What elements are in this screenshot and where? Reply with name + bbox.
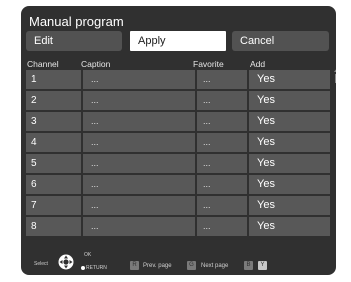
favorite-cell[interactable]: ...	[197, 133, 247, 152]
caption-cell[interactable]: ...	[83, 133, 195, 152]
channel-cell: 7	[26, 196, 81, 215]
table-header: Channel Caption Favorite Add	[21, 57, 336, 71]
favorite-cell[interactable]: ...	[197, 112, 247, 131]
edit-button[interactable]: Edit	[26, 31, 122, 51]
column-header-add: Add	[250, 59, 266, 69]
prev-page-label: Prev. page	[143, 263, 172, 269]
scrollbar-thumb[interactable]	[335, 74, 336, 83]
table-row[interactable]: 8 ... ... Yes	[26, 217, 330, 236]
favorite-cell[interactable]: ...	[197, 91, 247, 110]
caption-cell[interactable]: ...	[83, 196, 195, 215]
table-row[interactable]: 2 ... ... Yes	[26, 91, 330, 110]
scroll-up-arrow-icon[interactable]	[334, 68, 336, 72]
favorite-cell[interactable]: ...	[197, 217, 247, 236]
remote-key-guide: Select OK RETURN R Prev. page G Next pag…	[21, 247, 336, 275]
scrollbar[interactable]	[334, 68, 336, 85]
table-row[interactable]: 5 ... ... Yes	[26, 154, 330, 173]
table-row[interactable]: 6 ... ... Yes	[26, 175, 330, 194]
channel-cell: 1	[26, 70, 81, 89]
table-row[interactable]: 3 ... ... Yes	[26, 112, 330, 131]
favorite-cell[interactable]: ...	[197, 70, 247, 89]
favorite-cell[interactable]: ...	[197, 154, 247, 173]
column-header-channel: Channel	[27, 59, 59, 69]
channel-cell: 6	[26, 175, 81, 194]
select-hint-label: Select	[34, 261, 48, 267]
add-cell[interactable]: Yes	[249, 70, 330, 89]
channel-cell: 2	[26, 91, 81, 110]
caption-cell[interactable]: ...	[83, 175, 195, 194]
table-row[interactable]: 7 ... ... Yes	[26, 196, 330, 215]
channel-cell: 4	[26, 133, 81, 152]
favorite-cell[interactable]: ...	[197, 175, 247, 194]
green-key-icon: G	[187, 261, 196, 270]
table-row[interactable]: 1 ... ... Yes	[26, 70, 330, 89]
caption-cell[interactable]: ...	[83, 217, 195, 236]
next-page-label: Next page	[201, 263, 229, 269]
column-header-caption: Caption	[81, 59, 111, 69]
ok-hint-label: OK	[84, 252, 92, 258]
return-hint-label: RETURN	[86, 265, 107, 271]
red-key-icon: R	[130, 261, 139, 270]
blue-key-icon: B	[244, 261, 253, 270]
manual-program-dialog: Manual program Edit Apply Cancel Channel…	[21, 6, 336, 275]
dpad-icon	[58, 254, 74, 270]
return-dot-icon	[81, 265, 85, 270]
add-cell[interactable]: Yes	[249, 175, 330, 194]
add-cell[interactable]: Yes	[249, 91, 330, 110]
add-cell[interactable]: Yes	[249, 196, 330, 215]
add-cell[interactable]: Yes	[249, 217, 330, 236]
add-cell[interactable]: Yes	[249, 112, 330, 131]
caption-cell[interactable]: ...	[83, 154, 195, 173]
add-cell[interactable]: Yes	[249, 133, 330, 152]
yellow-key-icon: Y	[258, 261, 267, 270]
favorite-cell[interactable]: ...	[197, 196, 247, 215]
caption-cell[interactable]: ...	[83, 91, 195, 110]
apply-button[interactable]: Apply	[130, 31, 226, 51]
channel-cell: 3	[26, 112, 81, 131]
channel-cell: 5	[26, 154, 81, 173]
channel-cell: 8	[26, 217, 81, 236]
return-hint: RETURN	[81, 265, 107, 271]
caption-cell[interactable]: ...	[83, 70, 195, 89]
cancel-button[interactable]: Cancel	[232, 31, 329, 51]
dialog-title: Manual program	[29, 14, 124, 29]
table-row[interactable]: 4 ... ... Yes	[26, 133, 330, 152]
add-cell[interactable]: Yes	[249, 154, 330, 173]
column-header-favorite: Favorite	[193, 59, 224, 69]
caption-cell[interactable]: ...	[83, 112, 195, 131]
